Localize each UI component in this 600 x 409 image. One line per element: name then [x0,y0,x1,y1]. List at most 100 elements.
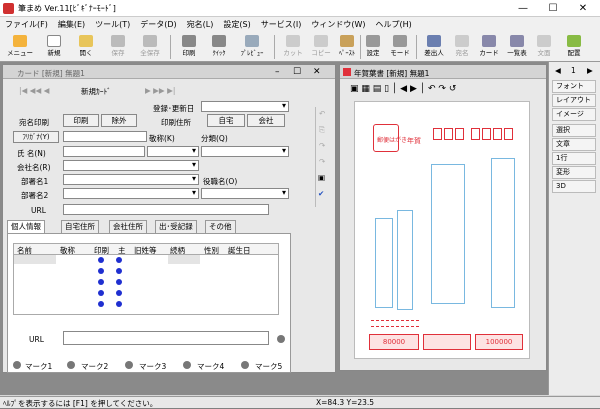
print-toggle[interactable]: 印刷 [63,114,99,127]
menu-button[interactable]: メニュー [4,34,36,60]
redo-icon[interactable]: ↷ [319,141,325,150]
print-checkbox[interactable] [98,301,104,307]
maximize-button[interactable]: ☐ [538,0,568,17]
mark1-dot[interactable] [13,361,21,369]
menu-service[interactable]: サービス(I) [256,19,307,30]
3d-tool[interactable]: 3D [552,180,596,193]
undo-icon[interactable]: ↶ [319,109,325,118]
select-tool-label: 選択 [556,126,570,134]
tab-other[interactable]: その他 [205,220,236,233]
cut-button[interactable]: カット [280,34,306,60]
print-checkbox[interactable] [98,279,104,285]
menu-edit[interactable]: 編集(E) [53,19,90,30]
atena-button[interactable]: 宛名 [450,34,474,60]
tab-company-address[interactable]: 会社住所 [109,220,147,233]
category-select[interactable] [201,146,289,157]
print-checkbox[interactable] [98,257,104,263]
settings-button[interactable]: 設定 [362,34,384,60]
dept2-select[interactable] [63,188,199,199]
mark4-dot[interactable] [183,361,191,369]
main-radio[interactable] [116,279,122,285]
minimize-button[interactable]: — [508,0,538,17]
save-all-button[interactable]: 全保存 [134,34,166,60]
url2-input[interactable] [63,331,269,345]
layout-button[interactable]: 配置 [560,34,588,60]
shape-tool[interactable]: 変形 [552,166,596,179]
card-restore-button[interactable]: ☐ [293,67,301,77]
main-radio[interactable] [116,257,122,263]
paste-button[interactable]: ﾍﾟｰｽﾄ [336,34,358,60]
image-tool-label: イメージ [556,110,584,118]
tab-home-address[interactable]: 自宅住所 [61,220,99,233]
dept1-select[interactable] [63,174,199,185]
line-tool[interactable]: 1行 [552,152,596,165]
menu-data[interactable]: データ(D) [135,19,181,30]
post-amount-value: 80000 [382,338,406,346]
col-print: 印刷 [94,246,109,255]
furigana-input[interactable] [63,131,147,142]
layout-icon [567,35,581,47]
menu-tools[interactable]: ツール(T) [90,19,135,30]
mode-button[interactable]: モード [386,34,414,60]
list-button[interactable]: 一覧表 [504,34,530,60]
quick-print-button[interactable]: ｸｲｯｸ [206,34,232,60]
zip-box [471,128,480,140]
new-button[interactable]: 新規 [40,34,68,60]
right-amount-value: 100000 [485,338,513,346]
font-tool[interactable]: フォント [552,80,596,93]
category-label: 分類(Q) [201,134,228,143]
tab-records[interactable]: 出･受記録 [155,220,197,233]
redo-icon[interactable]: ↷ [319,157,325,166]
tab-personal[interactable]: 個人情報 [7,220,45,233]
menu-atena[interactable]: 宛名(L) [182,19,219,30]
menu-window[interactable]: ウィンドウ(W) [306,19,370,30]
company-select[interactable] [63,160,199,171]
copy-icon[interactable]: ⎘ [319,125,325,135]
layout-tool[interactable]: レイアウト [552,94,596,107]
select-tool[interactable]: 選択 [552,124,596,137]
card-minimize-button[interactable]: – [275,67,280,77]
preview-toolbar-icons[interactable]: ▣ ▦ ▤ ▯ │ ◀ ▶ │ ↶ ↷ ↺ [350,84,456,94]
mark2-dot[interactable] [67,361,75,369]
home-toggle[interactable]: 自宅 [207,114,245,127]
card-button[interactable]: カード [476,34,502,60]
main-radio[interactable] [116,268,122,274]
sender-button[interactable]: 差出人 [420,34,448,60]
sender-button-label: 差出人 [424,49,444,57]
main-radio[interactable] [116,301,122,307]
image-tool[interactable]: イメージ [552,108,596,121]
copy-button[interactable]: コピー [308,34,334,60]
mark3-dot[interactable] [125,361,133,369]
menu-file[interactable]: ファイル(F) [0,19,53,30]
print-button[interactable]: 印刷 [176,34,202,60]
print-checkbox[interactable] [98,268,104,274]
nav-next-icon[interactable]: ▶ ▶▶ ▶| [145,86,175,95]
text-tool[interactable]: 文章 [552,138,596,151]
print-checkbox[interactable] [98,290,104,296]
name-input[interactable] [63,146,145,157]
close-button[interactable]: ✕ [568,0,598,17]
title-select[interactable] [147,146,199,157]
preview-button[interactable]: ﾌﾟﾚﾋﾞｭｰ [236,34,268,60]
table-row[interactable] [14,255,56,264]
card-close-button[interactable]: ✕ [313,67,321,77]
menu-help[interactable]: ヘルプ(H) [370,19,416,30]
image-icon[interactable]: ▣ [318,173,325,182]
open-button[interactable]: 開く [72,34,100,60]
company-toggle[interactable]: 会社 [247,114,285,127]
exclude-toggle[interactable]: 除外 [101,114,137,127]
check-icon[interactable]: ✔ [318,189,324,198]
save-button[interactable]: 保存 [104,34,132,60]
nav-first-icon[interactable]: |◀ ◀◀ ◀ [19,86,49,95]
panel-pager-icon[interactable]: ◀ [555,66,561,75]
position-select[interactable] [201,188,289,199]
furigana-button[interactable]: ﾌﾘｶﾞﾅ(Y) [13,131,59,143]
reg-date-select[interactable] [201,101,289,112]
text-button[interactable]: 文面 [532,34,556,60]
menu-settings[interactable]: 設定(S) [218,19,255,30]
mark5-dot[interactable] [241,361,249,369]
panel-pager-next-icon[interactable]: ▶ [587,66,593,75]
url-input[interactable] [63,204,269,215]
table-row[interactable] [168,255,200,264]
main-radio[interactable] [116,290,122,296]
